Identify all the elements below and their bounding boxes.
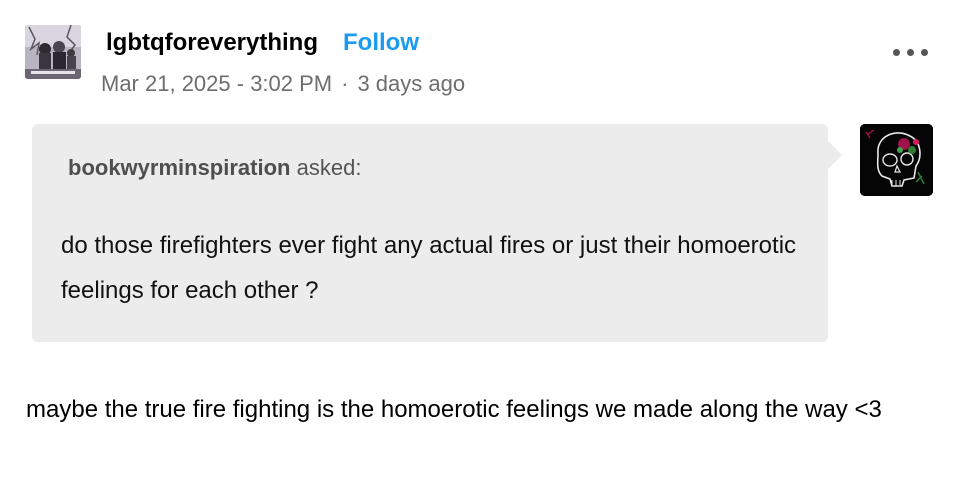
blog-username[interactable]: lgbtqforeverything bbox=[106, 29, 318, 57]
asker-line: bookwyrminspiration asked: bbox=[68, 155, 361, 181]
blog-avatar[interactable] bbox=[25, 25, 81, 79]
ellipsis-icon bbox=[921, 49, 928, 56]
more-options-button[interactable] bbox=[888, 36, 934, 66]
ask-question: do those firefighters ever fight any act… bbox=[61, 232, 797, 304]
blog-avatar-image bbox=[25, 25, 81, 79]
ask-bubble-tail bbox=[826, 139, 842, 171]
post-date[interactable]: Mar 21, 2025 - 3:02 PM bbox=[101, 71, 332, 96]
ellipsis-icon bbox=[893, 49, 900, 56]
asker-avatar[interactable] bbox=[860, 124, 933, 196]
post-header: lgbtqforeverything Follow Mar 21, 2025 -… bbox=[0, 0, 962, 110]
skull-avatar-image bbox=[860, 124, 933, 196]
asker-username[interactable]: bookwyrminspiration bbox=[68, 155, 290, 180]
asked-label: asked: bbox=[296, 155, 362, 180]
follow-button[interactable]: Follow bbox=[343, 29, 419, 57]
meta-separator: · bbox=[341, 71, 349, 96]
answer-text: maybe the true fire fighting is the homo… bbox=[26, 396, 882, 423]
post-meta: Mar 21, 2025 - 3:02 PM · 3 days ago bbox=[101, 71, 465, 97]
ellipsis-icon bbox=[907, 49, 914, 56]
post-relative-time: 3 days ago bbox=[357, 71, 466, 96]
